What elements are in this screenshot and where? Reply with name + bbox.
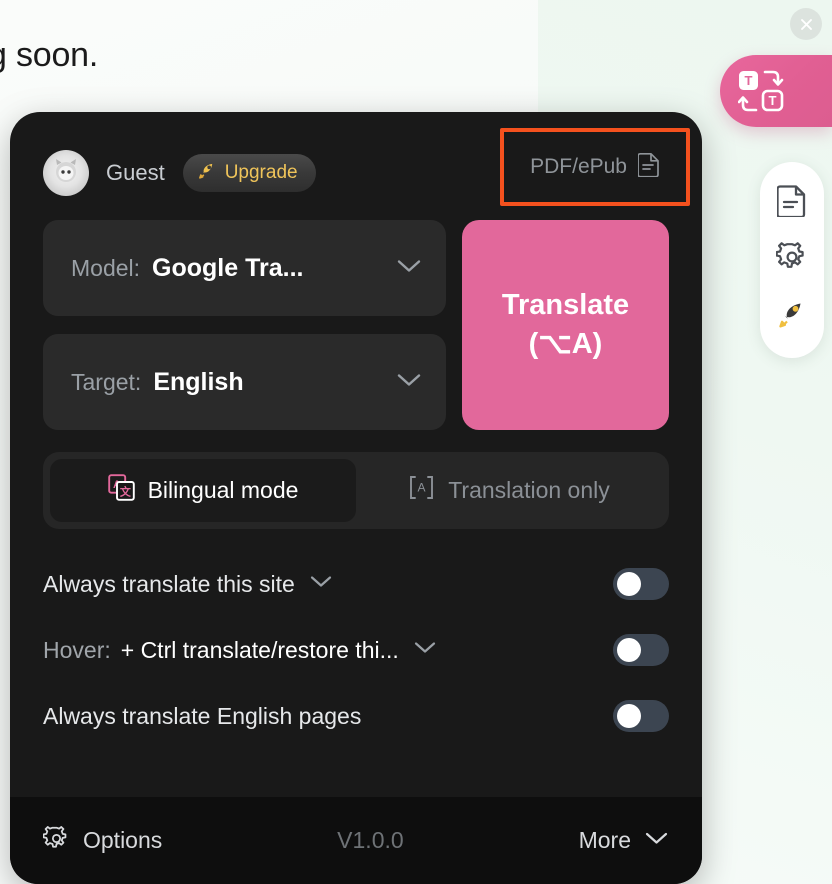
option-hover[interactable]: Hover: + Ctrl translate/restore thi... (43, 617, 669, 683)
gear-icon (775, 241, 808, 278)
toggle-knob (617, 638, 641, 662)
options-list: Always translate this site Hover: + Ctrl… (43, 551, 669, 749)
target-label: Target: (71, 368, 142, 395)
options-button[interactable]: Options (42, 825, 163, 857)
model-selector[interactable]: Model: Google Tra... (43, 220, 446, 316)
toggle-hover[interactable] (613, 634, 669, 666)
rocket-icon (197, 161, 217, 186)
pdf-epub-button[interactable]: PDF/ePub (500, 128, 690, 206)
version-label: V1.0.0 (337, 827, 404, 853)
upgrade-button[interactable]: Upgrade (182, 154, 316, 192)
side-toolbar-item-settings[interactable] (772, 240, 812, 280)
translate-swap-icon: T T (738, 69, 784, 113)
selectors-and-action: Model: Google Tra... Target: English Tra… (43, 220, 669, 430)
screen: g soon. T T (0, 0, 832, 884)
side-toolbar-item-upgrade[interactable] (772, 297, 812, 337)
pdf-epub-label: PDF/ePub (530, 155, 627, 178)
avatar[interactable] (43, 150, 89, 196)
side-toolbar-item-document[interactable] (772, 183, 812, 223)
svg-text:文: 文 (119, 485, 131, 499)
close-button[interactable] (790, 8, 822, 40)
option-value: + Ctrl translate/restore thi... (120, 636, 399, 663)
translate-button[interactable]: Translate (⌥A) (462, 220, 669, 430)
model-value: Google Tra... (152, 253, 304, 282)
upgrade-label: Upgrade (224, 162, 298, 183)
option-left-group: Always translate this site (43, 571, 613, 598)
translate-button-line2: (⌥A) (528, 328, 603, 360)
chevron-down-icon[interactable] (413, 640, 437, 660)
floating-translate-ball[interactable]: T T (720, 55, 832, 127)
toggle-always-translate-english[interactable] (613, 700, 669, 732)
more-button[interactable]: More (579, 827, 669, 854)
selector-group: Model: Google Tra... Target: English (43, 220, 446, 430)
gear-icon (42, 825, 70, 857)
tab-translation-only[interactable]: A Translation only (356, 459, 662, 522)
bilingual-mode-label: Bilingual mode (147, 477, 299, 503)
svg-text:T: T (769, 93, 777, 108)
more-label: More (578, 827, 631, 853)
option-label: Hover: (43, 636, 111, 663)
mode-switch: A 文 Bilingual mode A Translation (43, 452, 669, 529)
model-label: Model: (71, 254, 141, 281)
tab-bilingual-mode[interactable]: A 文 Bilingual mode (50, 459, 356, 522)
close-icon (799, 17, 814, 32)
panel-body: Guest Upgrade PDF/ePub Model: Google Tra… (10, 112, 702, 797)
option-label: Always translate English pages (43, 702, 362, 729)
letter-a-icon: A (408, 474, 435, 507)
svg-text:T: T (745, 73, 753, 88)
option-always-translate-english[interactable]: Always translate English pages (43, 683, 669, 749)
translation-only-label: Translation only (448, 477, 610, 503)
chevron-down-icon[interactable] (309, 574, 333, 594)
option-left-group: Always translate English pages (43, 703, 613, 730)
chevron-down-icon (396, 258, 422, 279)
toggle-always-translate-site[interactable] (613, 568, 669, 600)
cat-avatar-icon (51, 156, 81, 191)
translate-popup-panel: Guest Upgrade PDF/ePub Model: Google Tra… (10, 112, 702, 884)
document-icon (776, 184, 807, 222)
options-label: Options (83, 827, 163, 853)
toggle-knob (617, 704, 641, 728)
option-always-translate-site[interactable]: Always translate this site (43, 551, 669, 617)
side-toolbar (760, 162, 824, 358)
svg-text:A: A (418, 481, 426, 495)
panel-footer: Options V1.0.0 More (10, 797, 702, 884)
option-left-group: Hover: + Ctrl translate/restore thi... (43, 637, 613, 664)
target-selector[interactable]: Target: English (43, 334, 446, 430)
rocket-icon (776, 299, 808, 336)
chevron-down-icon (644, 830, 669, 851)
document-icon (637, 152, 660, 182)
page-background-text: g soon. (0, 36, 99, 74)
panel-header: Guest Upgrade PDF/ePub (43, 128, 690, 206)
translate-button-line1: Translate (501, 288, 630, 321)
toggle-knob (617, 572, 641, 596)
option-label: Always translate this site (43, 570, 295, 597)
chevron-down-icon (396, 372, 422, 393)
user-name: Guest (106, 160, 165, 185)
target-value: English (153, 367, 244, 396)
bilingual-icon: A 文 (107, 474, 135, 507)
